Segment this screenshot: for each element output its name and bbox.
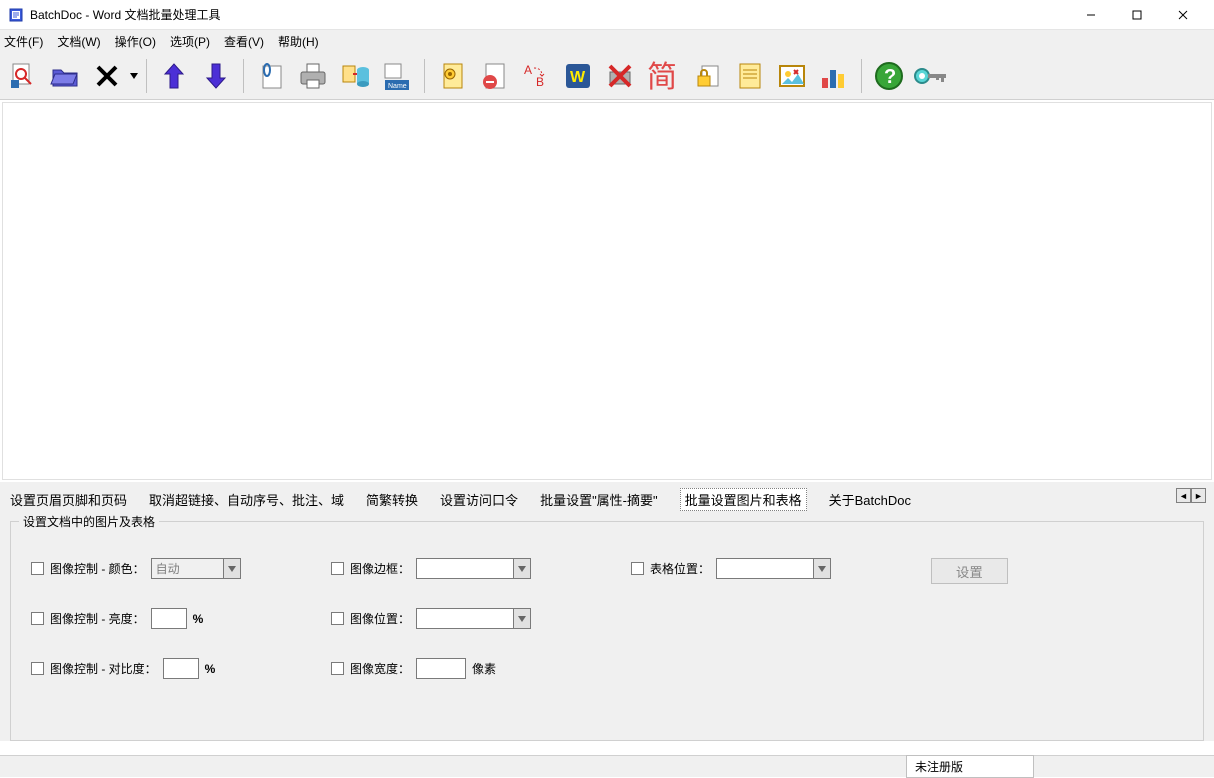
convert-db-icon[interactable]	[336, 57, 374, 95]
percent-label: %	[193, 612, 204, 626]
delete-dropdown[interactable]	[128, 73, 140, 79]
combo-image-border[interactable]	[416, 558, 531, 579]
word-w-icon[interactable]: W	[559, 57, 597, 95]
apply-settings-button[interactable]: 设置	[931, 558, 1008, 584]
menu-options[interactable]: 选项(P)	[170, 33, 210, 50]
groupbox-legend: 设置文档中的图片及表格	[19, 513, 159, 530]
tab-batch-images[interactable]: 批量设置图片和表格	[680, 488, 807, 511]
chevron-down-icon	[813, 559, 830, 578]
toolbar-separator	[146, 59, 147, 93]
svg-text:W: W	[570, 69, 586, 86]
check-image-color[interactable]	[31, 562, 44, 575]
properties-icon[interactable]	[731, 57, 769, 95]
ab-replace-icon[interactable]: AB	[517, 57, 555, 95]
label-image-position: 图像位置：	[350, 610, 410, 627]
delete-x-icon[interactable]	[88, 57, 126, 95]
percent-label: %	[205, 662, 216, 676]
maximize-button[interactable]	[1114, 0, 1160, 30]
label-image-color: 图像控制 - 颜色：	[50, 560, 145, 577]
svg-text:简: 简	[647, 61, 677, 93]
menu-file[interactable]: 文件(F)	[4, 33, 43, 50]
help-icon[interactable]: ?	[870, 57, 908, 95]
toolbar-separator	[861, 59, 862, 93]
settings-panel: 设置页眉页脚和页码 取消超链接、自动序号、批注、域 简繁转换 设置访问口令 批量…	[0, 482, 1214, 741]
menu-bar: 文件(F) 文档(W) 操作(O) 选项(P) 查看(V) 帮助(H)	[0, 30, 1214, 52]
cancel-print-icon[interactable]	[601, 57, 639, 95]
status-bar: 未注册版	[0, 755, 1214, 777]
simplified-icon[interactable]: 简	[643, 57, 685, 95]
close-button[interactable]	[1160, 0, 1206, 30]
folder-open-icon[interactable]	[46, 57, 84, 95]
combo-image-color-value: 自动	[156, 560, 180, 577]
label-image-brightness: 图像控制 - 亮度：	[50, 610, 145, 627]
combo-image-position[interactable]	[416, 608, 531, 629]
tab-batch-props[interactable]: 批量设置"属性-摘要"	[540, 488, 658, 511]
label-image-contrast: 图像控制 - 对比度：	[50, 660, 157, 677]
clip-doc-icon[interactable]	[252, 57, 290, 95]
toolbar-separator	[424, 59, 425, 93]
label-table-position: 表格位置：	[650, 560, 710, 577]
tab-simp-trad[interactable]: 简繁转换	[366, 488, 418, 511]
toolbar: Name AB W 简 ?	[0, 52, 1214, 100]
window-title: BatchDoc - Word 文档批量处理工具	[30, 6, 220, 23]
menu-document[interactable]: 文档(W)	[57, 33, 100, 50]
tab-scroll-left[interactable]: ◄	[1176, 488, 1191, 503]
window-controls	[1068, 0, 1206, 30]
status-registration: 未注册版	[906, 755, 1034, 778]
chart-bars-icon[interactable]	[815, 57, 853, 95]
tab-header-footer[interactable]: 设置页眉页脚和页码	[10, 488, 127, 511]
remove-page-icon[interactable]	[475, 57, 513, 95]
toolbar-separator	[243, 59, 244, 93]
image-table-groupbox: 设置文档中的图片及表格 图像控制 - 颜色： 自动 图像边框： 表格位置：	[10, 521, 1204, 741]
name-field-icon[interactable]: Name	[378, 57, 416, 95]
check-image-border[interactable]	[331, 562, 344, 575]
magnify-doc-icon[interactable]	[4, 57, 42, 95]
check-image-width[interactable]	[331, 662, 344, 675]
tab-scroll-right[interactable]: ►	[1191, 488, 1206, 503]
tab-about[interactable]: 关于BatchDoc	[829, 488, 911, 511]
check-image-contrast[interactable]	[31, 662, 44, 675]
tab-cancel-links[interactable]: 取消超链接、自动序号、批注、域	[149, 488, 344, 511]
menu-operate[interactable]: 操作(O)	[115, 33, 156, 50]
input-image-brightness[interactable]	[151, 608, 187, 629]
chevron-down-icon	[513, 559, 530, 578]
svg-text:A: A	[524, 63, 532, 77]
document-list-area[interactable]	[2, 102, 1212, 480]
tab-strip: 设置页眉页脚和页码 取消超链接、自动序号、批注、域 简繁转换 设置访问口令 批量…	[0, 482, 1214, 517]
tab-nav: ◄ ►	[1176, 488, 1206, 503]
chevron-down-icon	[223, 559, 240, 578]
label-image-width: 图像宽度：	[350, 660, 410, 677]
check-image-brightness[interactable]	[31, 612, 44, 625]
menu-help[interactable]: 帮助(H)	[278, 33, 319, 50]
gear-doc-icon[interactable]	[433, 57, 471, 95]
arrow-up-icon[interactable]	[155, 57, 193, 95]
picture-icon[interactable]	[773, 57, 811, 95]
svg-text:Name: Name	[388, 83, 407, 90]
pixel-suffix: 像素	[472, 660, 496, 677]
combo-image-color[interactable]: 自动	[151, 558, 241, 579]
lock-page-icon[interactable]	[689, 57, 727, 95]
input-image-width[interactable]	[416, 658, 466, 679]
key-register-icon[interactable]	[912, 57, 950, 95]
menu-view[interactable]: 查看(V)	[224, 33, 264, 50]
label-image-border: 图像边框：	[350, 560, 410, 577]
input-image-contrast[interactable]	[163, 658, 199, 679]
combo-table-position[interactable]	[716, 558, 831, 579]
check-image-position[interactable]	[331, 612, 344, 625]
chevron-down-icon	[513, 609, 530, 628]
arrow-down-icon[interactable]	[197, 57, 235, 95]
title-bar: BatchDoc - Word 文档批量处理工具	[0, 0, 1214, 30]
app-icon	[8, 7, 24, 23]
check-table-position[interactable]	[631, 562, 644, 575]
minimize-button[interactable]	[1068, 0, 1114, 30]
svg-text:?: ?	[884, 66, 896, 88]
printer-icon[interactable]	[294, 57, 332, 95]
svg-text:B: B	[536, 75, 544, 89]
tab-set-password[interactable]: 设置访问口令	[440, 488, 518, 511]
